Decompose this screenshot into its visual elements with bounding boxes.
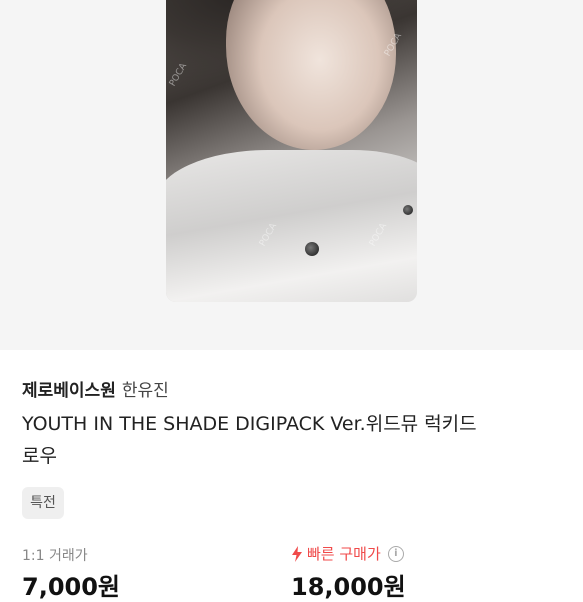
store-name[interactable]: 제로베이스원 xyxy=(22,381,116,401)
photocard-image[interactable]: POCA POCA POCA POCA xyxy=(166,0,417,302)
product-image-area[interactable]: POCA POCA POCA POCA xyxy=(0,0,583,350)
photo-face-shape xyxy=(226,0,396,150)
direct-trade-price: 7,000원 xyxy=(22,573,120,601)
benefit-tag: 특전 xyxy=(22,487,64,519)
lightning-bolt-icon xyxy=(292,545,302,562)
photo-shirt-button xyxy=(305,242,319,256)
product-title: YOUTH IN THE SHADE DIGIPACK Ver.위드뮤 럭키드로… xyxy=(22,413,477,467)
photo-shirt-button xyxy=(403,205,413,215)
quick-buy-price-label: 빠른 구매가 i xyxy=(291,543,404,564)
member-name: 한유진 xyxy=(121,381,169,401)
quick-buy-price: 18,000원 xyxy=(291,573,406,601)
quick-buy-label-text: 빠른 구매가 xyxy=(307,545,381,563)
direct-trade-price-label: 1:1 거래가 xyxy=(22,548,88,564)
info-icon[interactable]: i xyxy=(387,545,404,562)
store-line: 제로베이스원 한유진 xyxy=(22,380,169,402)
